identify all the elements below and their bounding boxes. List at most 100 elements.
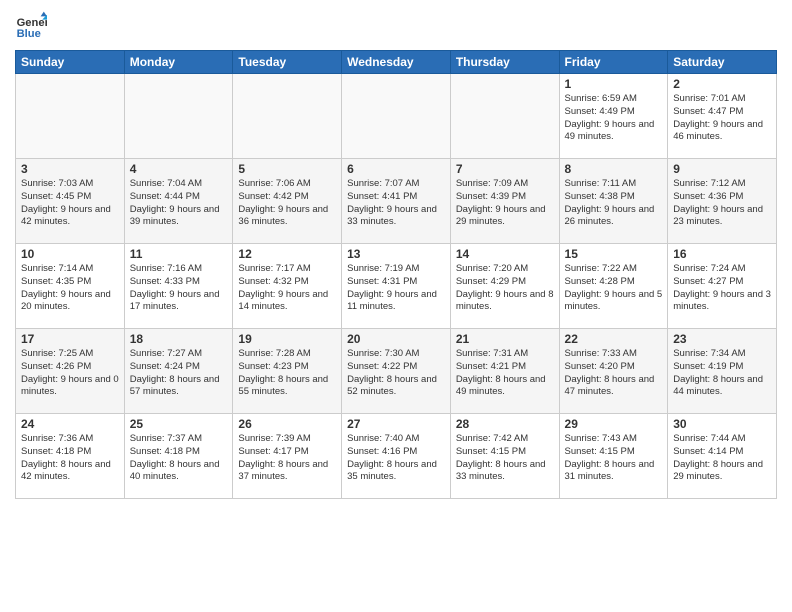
calendar-cell: 7 Sunrise: 7:09 AMSunset: 4:39 PMDaylight… bbox=[450, 159, 559, 244]
calendar-cell: 8 Sunrise: 7:11 AMSunset: 4:38 PMDaylight… bbox=[559, 159, 668, 244]
day-info: Sunrise: 7:27 AMSunset: 4:24 PMDaylight:… bbox=[130, 348, 228, 399]
day-number: 25 bbox=[130, 417, 228, 431]
day-info: Sunrise: 7:12 AMSunset: 4:36 PMDaylight:… bbox=[673, 178, 771, 229]
day-info: Sunrise: 7:28 AMSunset: 4:23 PMDaylight:… bbox=[238, 348, 336, 399]
calendar-cell: 11 Sunrise: 7:16 AMSunset: 4:33 PMDayligh… bbox=[124, 244, 233, 329]
day-info: Sunrise: 7:09 AMSunset: 4:39 PMDaylight:… bbox=[456, 178, 554, 229]
day-info: Sunrise: 7:14 AMSunset: 4:35 PMDaylight:… bbox=[21, 263, 119, 314]
col-header-thursday: Thursday bbox=[450, 51, 559, 74]
logo: General Blue bbox=[15, 10, 51, 42]
calendar-cell: 30 Sunrise: 7:44 AMSunset: 4:14 PMDayligh… bbox=[668, 414, 777, 499]
calendar-cell: 1 Sunrise: 6:59 AMSunset: 4:49 PMDaylight… bbox=[559, 74, 668, 159]
page-header: General Blue bbox=[15, 10, 777, 42]
calendar-cell bbox=[233, 74, 342, 159]
day-number: 3 bbox=[21, 162, 119, 176]
calendar-cell bbox=[16, 74, 125, 159]
day-info: Sunrise: 7:01 AMSunset: 4:47 PMDaylight:… bbox=[673, 93, 771, 144]
calendar-cell: 2Sunrise: 7:01 AMSunset: 4:47 PMDaylight… bbox=[668, 74, 777, 159]
calendar-cell: 13 Sunrise: 7:19 AMSunset: 4:31 PMDayligh… bbox=[342, 244, 451, 329]
svg-text:Blue: Blue bbox=[17, 28, 41, 40]
calendar-cell bbox=[342, 74, 451, 159]
col-header-monday: Monday bbox=[124, 51, 233, 74]
day-info: Sunrise: 7:40 AMSunset: 4:16 PMDaylight:… bbox=[347, 433, 445, 484]
day-info: Sunrise: 7:24 AMSunset: 4:27 PMDaylight:… bbox=[673, 263, 771, 314]
day-number: 22 bbox=[565, 332, 663, 346]
calendar-cell bbox=[450, 74, 559, 159]
day-number: 10 bbox=[21, 247, 119, 261]
calendar-cell: 22 Sunrise: 7:33 AMSunset: 4:20 PMDayligh… bbox=[559, 329, 668, 414]
day-number: 9 bbox=[673, 162, 771, 176]
col-header-tuesday: Tuesday bbox=[233, 51, 342, 74]
day-number: 30 bbox=[673, 417, 771, 431]
calendar-cell: 9 Sunrise: 7:12 AMSunset: 4:36 PMDaylight… bbox=[668, 159, 777, 244]
day-info: Sunrise: 7:22 AMSunset: 4:28 PMDaylight:… bbox=[565, 263, 663, 314]
day-info: Sunrise: 7:44 AMSunset: 4:14 PMDaylight:… bbox=[673, 433, 771, 484]
day-info: Sunrise: 7:16 AMSunset: 4:33 PMDaylight:… bbox=[130, 263, 228, 314]
col-header-sunday: Sunday bbox=[16, 51, 125, 74]
week-row-5: 24 Sunrise: 7:36 AMSunset: 4:18 PMDayligh… bbox=[16, 414, 777, 499]
calendar-cell: 3 Sunrise: 7:03 AMSunset: 4:45 PMDaylight… bbox=[16, 159, 125, 244]
calendar-cell: 6 Sunrise: 7:07 AMSunset: 4:41 PMDaylight… bbox=[342, 159, 451, 244]
calendar-cell: 26 Sunrise: 7:39 AMSunset: 4:17 PMDayligh… bbox=[233, 414, 342, 499]
day-number: 19 bbox=[238, 332, 336, 346]
day-info: Sunrise: 7:37 AMSunset: 4:18 PMDaylight:… bbox=[130, 433, 228, 484]
calendar-cell: 23 Sunrise: 7:34 AMSunset: 4:19 PMDayligh… bbox=[668, 329, 777, 414]
day-number: 12 bbox=[238, 247, 336, 261]
day-number: 26 bbox=[238, 417, 336, 431]
day-number: 15 bbox=[565, 247, 663, 261]
day-number: 20 bbox=[347, 332, 445, 346]
day-info: Sunrise: 7:17 AMSunset: 4:32 PMDaylight:… bbox=[238, 263, 336, 314]
day-info: Sunrise: 7:20 AMSunset: 4:29 PMDaylight:… bbox=[456, 263, 554, 314]
calendar-cell: 5 Sunrise: 7:06 AMSunset: 4:42 PMDaylight… bbox=[233, 159, 342, 244]
day-number: 23 bbox=[673, 332, 771, 346]
calendar-cell bbox=[124, 74, 233, 159]
day-number: 16 bbox=[673, 247, 771, 261]
day-number: 7 bbox=[456, 162, 554, 176]
calendar-cell: 14 Sunrise: 7:20 AMSunset: 4:29 PMDayligh… bbox=[450, 244, 559, 329]
day-number: 11 bbox=[130, 247, 228, 261]
day-info: Sunrise: 7:33 AMSunset: 4:20 PMDaylight:… bbox=[565, 348, 663, 399]
calendar-cell: 18 Sunrise: 7:27 AMSunset: 4:24 PMDayligh… bbox=[124, 329, 233, 414]
day-info: Sunrise: 7:03 AMSunset: 4:45 PMDaylight:… bbox=[21, 178, 119, 229]
logo-icon: General Blue bbox=[15, 10, 47, 42]
day-number: 8 bbox=[565, 162, 663, 176]
day-number: 17 bbox=[21, 332, 119, 346]
svg-text:General: General bbox=[17, 17, 47, 29]
day-info: Sunrise: 7:07 AMSunset: 4:41 PMDaylight:… bbox=[347, 178, 445, 229]
day-number: 24 bbox=[21, 417, 119, 431]
col-header-wednesday: Wednesday bbox=[342, 51, 451, 74]
day-info: Sunrise: 7:43 AMSunset: 4:15 PMDaylight:… bbox=[565, 433, 663, 484]
day-number: 5 bbox=[238, 162, 336, 176]
week-row-1: 1 Sunrise: 6:59 AMSunset: 4:49 PMDaylight… bbox=[16, 74, 777, 159]
week-row-2: 3 Sunrise: 7:03 AMSunset: 4:45 PMDaylight… bbox=[16, 159, 777, 244]
day-info: Sunrise: 7:31 AMSunset: 4:21 PMDaylight:… bbox=[456, 348, 554, 399]
day-number: 13 bbox=[347, 247, 445, 261]
day-number: 6 bbox=[347, 162, 445, 176]
calendar-cell: 16 Sunrise: 7:24 AMSunset: 4:27 PMDayligh… bbox=[668, 244, 777, 329]
day-info: Sunrise: 7:04 AMSunset: 4:44 PMDaylight:… bbox=[130, 178, 228, 229]
day-info: Sunrise: 7:06 AMSunset: 4:42 PMDaylight:… bbox=[238, 178, 336, 229]
calendar-cell: 4Sunrise: 7:04 AMSunset: 4:44 PMDaylight… bbox=[124, 159, 233, 244]
calendar-cell: 15 Sunrise: 7:22 AMSunset: 4:28 PMDayligh… bbox=[559, 244, 668, 329]
day-info: Sunrise: 7:11 AMSunset: 4:38 PMDaylight:… bbox=[565, 178, 663, 229]
day-number: 29 bbox=[565, 417, 663, 431]
calendar-cell: 29 Sunrise: 7:43 AMSunset: 4:15 PMDayligh… bbox=[559, 414, 668, 499]
calendar-cell: 10 Sunrise: 7:14 AMSunset: 4:35 PMDayligh… bbox=[16, 244, 125, 329]
day-info: Sunrise: 7:36 AMSunset: 4:18 PMDaylight:… bbox=[21, 433, 119, 484]
day-info: Sunrise: 7:19 AMSunset: 4:31 PMDaylight:… bbox=[347, 263, 445, 314]
day-number: 21 bbox=[456, 332, 554, 346]
col-header-saturday: Saturday bbox=[668, 51, 777, 74]
day-info: Sunrise: 6:59 AMSunset: 4:49 PMDaylight:… bbox=[565, 93, 663, 144]
day-number: 14 bbox=[456, 247, 554, 261]
calendar-cell: 24 Sunrise: 7:36 AMSunset: 4:18 PMDayligh… bbox=[16, 414, 125, 499]
day-number: 1 bbox=[565, 77, 663, 91]
day-info: Sunrise: 7:34 AMSunset: 4:19 PMDaylight:… bbox=[673, 348, 771, 399]
col-header-friday: Friday bbox=[559, 51, 668, 74]
week-row-3: 10 Sunrise: 7:14 AMSunset: 4:35 PMDayligh… bbox=[16, 244, 777, 329]
calendar-cell: 17Sunrise: 7:25 AMSunset: 4:26 PMDayligh… bbox=[16, 329, 125, 414]
day-number: 18 bbox=[130, 332, 228, 346]
calendar-table: SundayMondayTuesdayWednesdayThursdayFrid… bbox=[15, 50, 777, 499]
day-info: Sunrise: 7:39 AMSunset: 4:17 PMDaylight:… bbox=[238, 433, 336, 484]
day-info: Sunrise: 7:30 AMSunset: 4:22 PMDaylight:… bbox=[347, 348, 445, 399]
week-row-4: 17Sunrise: 7:25 AMSunset: 4:26 PMDayligh… bbox=[16, 329, 777, 414]
